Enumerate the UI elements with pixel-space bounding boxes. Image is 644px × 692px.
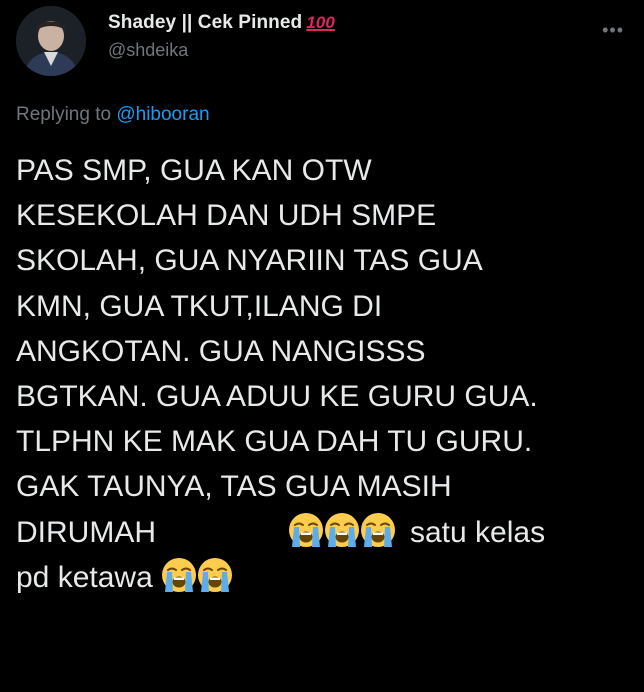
- tweet-line: pd ketawa: [16, 555, 636, 600]
- avatar[interactable]: [16, 6, 86, 76]
- tweet-line: SKOLAH, GUA NYARIIN TAS GUA: [16, 244, 483, 278]
- avatar-image: [16, 6, 86, 76]
- author-handle[interactable]: @shdeika: [108, 40, 335, 61]
- loudly-crying-face-icon: [161, 557, 197, 593]
- tweet-line: PAS SMP, GUA KAN OTW: [16, 154, 372, 187]
- tweet-line: GAK TAUNYA, TAS GUA MASIH: [16, 470, 452, 504]
- tweet-line: ANGKOTAN. GUA NANGISSS: [16, 334, 426, 368]
- more-icon[interactable]: •••: [602, 20, 624, 41]
- tweet-line: KESEKOLAH DAN UDH SMPE: [16, 199, 437, 233]
- replying-to: Replying to @hibooran: [16, 104, 210, 126]
- tweet-text: PAS SMP, GUA KAN OTW KESEKOLAH DAN UDH S…: [16, 148, 636, 600]
- loudly-crying-face-icon: [288, 512, 324, 548]
- reply-handle-link[interactable]: @hibooran: [116, 104, 209, 125]
- display-name[interactable]: Shadey || Cek Pinned 100: [108, 12, 335, 34]
- hundred-points-icon: 100: [306, 13, 335, 32]
- tweet-line: KMN, GUA TKUT,ILANG DI: [16, 289, 383, 323]
- replying-to-prefix: Replying to: [16, 104, 112, 125]
- loudly-crying-face-icon: [360, 512, 396, 548]
- loudly-crying-face-icon: [324, 512, 360, 548]
- display-name-text: Shadey || Cek Pinned: [108, 12, 303, 33]
- tweet-line-text: DIRUMAH: [16, 515, 156, 549]
- tweet-line-tail: satu kelas: [410, 515, 546, 549]
- loudly-crying-face-icon: [197, 557, 233, 593]
- tweet-line: BGTKAN. GUA ADUU KE GURU GUA.: [16, 379, 538, 413]
- author-names: Shadey || Cek Pinned 100 @shdeika: [108, 12, 335, 61]
- tweet-line: DIRUMAH satu kelas: [16, 510, 636, 555]
- tweet-line: TLPHN KE MAK GUA DAH TU GURU.: [16, 425, 533, 459]
- tweet-header: Shadey || Cek Pinned 100 @shdeika •••: [16, 6, 628, 76]
- tweet-line-text: pd ketawa: [16, 560, 153, 594]
